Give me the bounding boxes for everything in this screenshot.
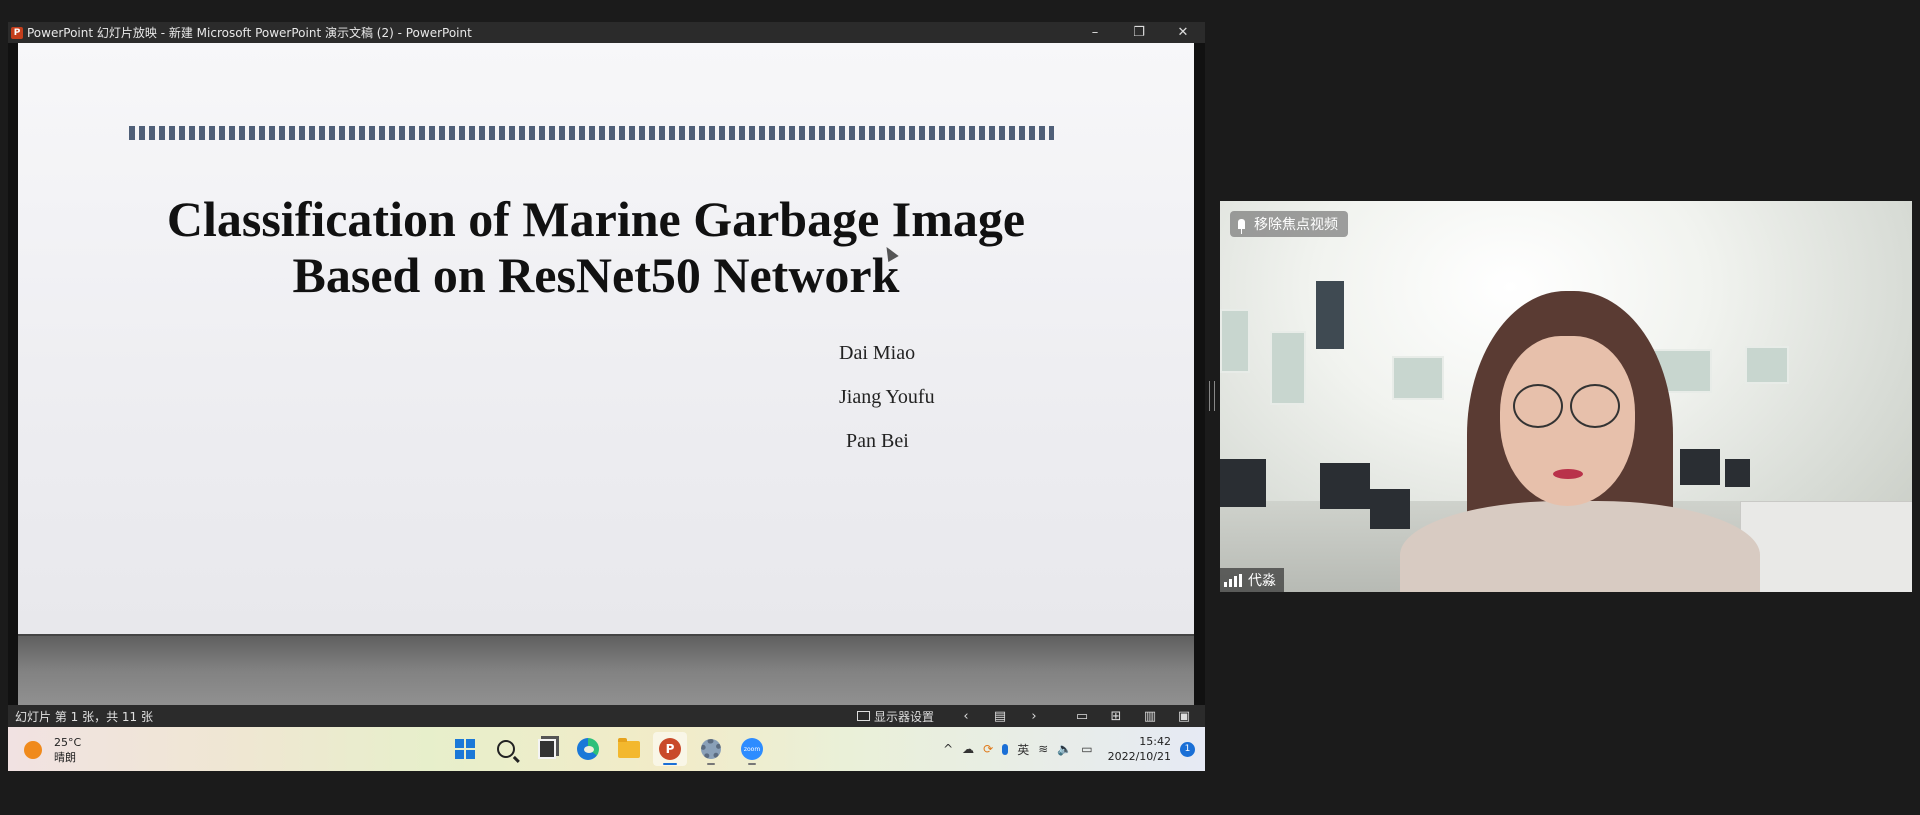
system-tray: ^ ☁ ⟳ 英 ≋ 🔈 ▭ 15:42 2022/10/21 1 bbox=[943, 727, 1195, 771]
search-button[interactable] bbox=[489, 732, 523, 766]
zoom-icon: zoom bbox=[741, 738, 763, 760]
slide-title-line-2: Based on ResNet50 Network bbox=[292, 247, 900, 303]
sync-icon[interactable]: ⟳ bbox=[983, 742, 993, 756]
taskbar-apps: P zoom bbox=[448, 732, 769, 766]
background-monitor bbox=[1370, 489, 1410, 529]
slide-counter: 幻灯片 第 1 张，共 11 张 bbox=[15, 709, 153, 724]
background-poster bbox=[1745, 346, 1789, 384]
author-2: Jiang Youfu bbox=[839, 386, 935, 408]
background-monitor bbox=[1725, 459, 1750, 487]
windows-taskbar: 25°C 晴朗 P zoom ^ ☁ ⟳ 英 ≋ 🔈 ▭ 15:42 2022/… bbox=[8, 727, 1205, 771]
glasses-right bbox=[1570, 384, 1620, 428]
settings-button[interactable] bbox=[694, 732, 728, 766]
weather-temperature: 25°C bbox=[54, 736, 82, 749]
powerpoint-app-icon: P bbox=[11, 26, 23, 39]
slide-sorter-button[interactable]: ⊞ bbox=[1101, 705, 1131, 727]
author-1: Dai Miao bbox=[839, 342, 916, 364]
decorative-stripe bbox=[129, 126, 1054, 140]
weather-widget[interactable]: 25°C 晴朗 bbox=[24, 735, 81, 765]
display-settings-button[interactable]: 显示器设置 bbox=[854, 705, 937, 727]
running-indicator bbox=[748, 763, 756, 765]
gear-icon bbox=[701, 739, 721, 759]
slide-menu-button[interactable]: ▤ bbox=[985, 705, 1015, 727]
participant-name: 代淼 bbox=[1248, 573, 1276, 589]
background-poster bbox=[1270, 331, 1306, 405]
clock-date: 2022/10/21 bbox=[1107, 750, 1171, 763]
ime-language-indicator[interactable]: 英 bbox=[1017, 741, 1029, 758]
slideshow-statusbar: 幻灯片 第 1 张，共 11 张 显示器设置 ‹ ▤ › ▭ ⊞ ▥ ▣ bbox=[8, 705, 1205, 727]
restore-button[interactable]: ❐ bbox=[1117, 22, 1161, 43]
unpin-video-label: 移除焦点视频 bbox=[1254, 217, 1338, 233]
reading-view-button[interactable]: ▥ bbox=[1135, 705, 1165, 727]
file-explorer-button[interactable] bbox=[612, 732, 646, 766]
clock-time: 15:42 bbox=[1139, 735, 1171, 748]
participant-name-badge: 代淼 bbox=[1220, 568, 1284, 592]
start-icon bbox=[455, 739, 475, 759]
zoom-button[interactable]: zoom bbox=[735, 732, 769, 766]
minimize-button[interactable]: – bbox=[1073, 22, 1117, 43]
signal-strength-icon bbox=[1224, 573, 1242, 587]
clock[interactable]: 15:42 2022/10/21 bbox=[1108, 734, 1171, 764]
weather-description: 晴朗 bbox=[54, 751, 76, 764]
powerpoint-button[interactable]: P bbox=[653, 732, 687, 766]
battery-icon[interactable]: ▭ bbox=[1081, 742, 1092, 756]
onedrive-cloud-icon[interactable]: ☁ bbox=[962, 742, 974, 756]
task-view-button[interactable] bbox=[530, 732, 564, 766]
next-slide-button[interactable]: › bbox=[1019, 705, 1049, 727]
background-poster bbox=[1392, 356, 1444, 400]
slide-title: Classification of Marine Garbage Image B… bbox=[78, 191, 1114, 303]
unpin-video-button[interactable]: 移除焦点视频 bbox=[1230, 211, 1348, 237]
microphone-icon[interactable] bbox=[1002, 743, 1009, 755]
previous-slide-button[interactable]: ‹ bbox=[951, 705, 981, 727]
normal-view-button[interactable]: ▭ bbox=[1067, 705, 1097, 727]
slide-title-line-1: Classification of Marine Garbage Image bbox=[166, 191, 1026, 247]
background-window bbox=[1316, 281, 1344, 349]
close-button[interactable]: ✕ bbox=[1161, 22, 1205, 43]
participant-video[interactable]: 移除焦点视频 代淼 bbox=[1220, 201, 1912, 592]
display-settings-label: 显示器设置 bbox=[873, 709, 934, 724]
running-indicator bbox=[707, 763, 715, 765]
slide-canvas[interactable]: Classification of Marine Garbage Image B… bbox=[18, 43, 1194, 727]
volume-icon[interactable]: 🔈 bbox=[1057, 742, 1072, 756]
running-indicator bbox=[663, 763, 677, 765]
edge-icon bbox=[577, 738, 599, 760]
monitor-icon bbox=[856, 711, 870, 721]
participant-lips bbox=[1553, 469, 1583, 479]
notification-badge[interactable]: 1 bbox=[1180, 741, 1195, 757]
pin-icon bbox=[1238, 219, 1245, 234]
slideshow-view-button[interactable]: ▣ bbox=[1169, 705, 1199, 727]
background-monitor bbox=[1680, 449, 1720, 485]
background-poster bbox=[1220, 309, 1250, 373]
window-controls: – ❐ ✕ bbox=[1073, 22, 1205, 43]
powerpoint-slideshow-window: P PowerPoint 幻灯片放映 - 新建 Microsoft PowerP… bbox=[8, 22, 1205, 771]
window-title: PowerPoint 幻灯片放映 - 新建 Microsoft PowerPoi… bbox=[27, 26, 472, 40]
glasses-left bbox=[1513, 384, 1563, 428]
chevron-up-icon[interactable]: ^ bbox=[943, 742, 953, 756]
author-3: Pan Bei bbox=[846, 430, 909, 452]
folder-icon bbox=[618, 737, 640, 758]
powerpoint-icon: P bbox=[659, 738, 681, 760]
background-cabinet bbox=[1740, 501, 1912, 592]
background-monitor bbox=[1220, 459, 1266, 507]
sun-icon bbox=[24, 741, 42, 759]
task-view-icon bbox=[538, 739, 556, 759]
wifi-icon[interactable]: ≋ bbox=[1038, 742, 1048, 756]
window-titlebar[interactable]: P PowerPoint 幻灯片放映 - 新建 Microsoft PowerP… bbox=[8, 22, 1205, 43]
edge-button[interactable] bbox=[571, 732, 605, 766]
participant-body bbox=[1400, 501, 1760, 592]
start-button[interactable] bbox=[448, 732, 482, 766]
background-monitor bbox=[1320, 463, 1370, 509]
panel-resize-handle[interactable] bbox=[1209, 381, 1215, 411]
search-icon bbox=[497, 740, 515, 758]
